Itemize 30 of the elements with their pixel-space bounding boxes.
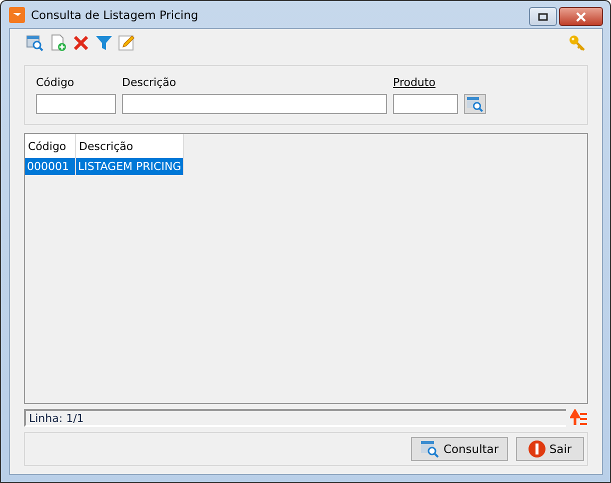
restore-button[interactable]: [529, 7, 557, 26]
column-header[interactable]: Descrição: [76, 134, 184, 158]
app-icon: [9, 6, 25, 22]
input-field[interactable]: [122, 94, 387, 114]
new-document-icon[interactable]: [49, 34, 67, 52]
restore-icon: [537, 12, 549, 22]
status-text: Linha: 1/1: [24, 409, 566, 427]
field-label: Produto: [393, 76, 436, 89]
edit-icon[interactable]: [118, 34, 136, 52]
table-cell[interactable]: 000001: [25, 158, 76, 175]
close-icon: [575, 12, 587, 22]
field-label: Código: [36, 76, 74, 89]
search-icon: [420, 440, 440, 458]
window-title: Consulta de Listagem Pricing: [31, 8, 198, 22]
close-button[interactable]: [559, 7, 603, 26]
column-header[interactable]: Código: [25, 134, 76, 158]
exit-button[interactable]: Sair: [516, 437, 584, 461]
delete-icon[interactable]: [72, 34, 90, 52]
search-icon[interactable]: [26, 34, 44, 52]
sort-icon[interactable]: [570, 409, 588, 427]
key-icon[interactable]: [568, 34, 586, 52]
input-field[interactable]: [36, 94, 116, 114]
search-icon: [466, 96, 484, 112]
lookup-button[interactable]: [464, 94, 486, 114]
input-field[interactable]: [393, 94, 458, 114]
filter-icon[interactable]: [95, 34, 113, 52]
field-label: Descrição: [122, 76, 176, 89]
search-button[interactable]: Consultar: [411, 437, 508, 461]
exit-icon: [528, 440, 546, 458]
table-cell[interactable]: LISTAGEM PRICING: [76, 158, 184, 175]
